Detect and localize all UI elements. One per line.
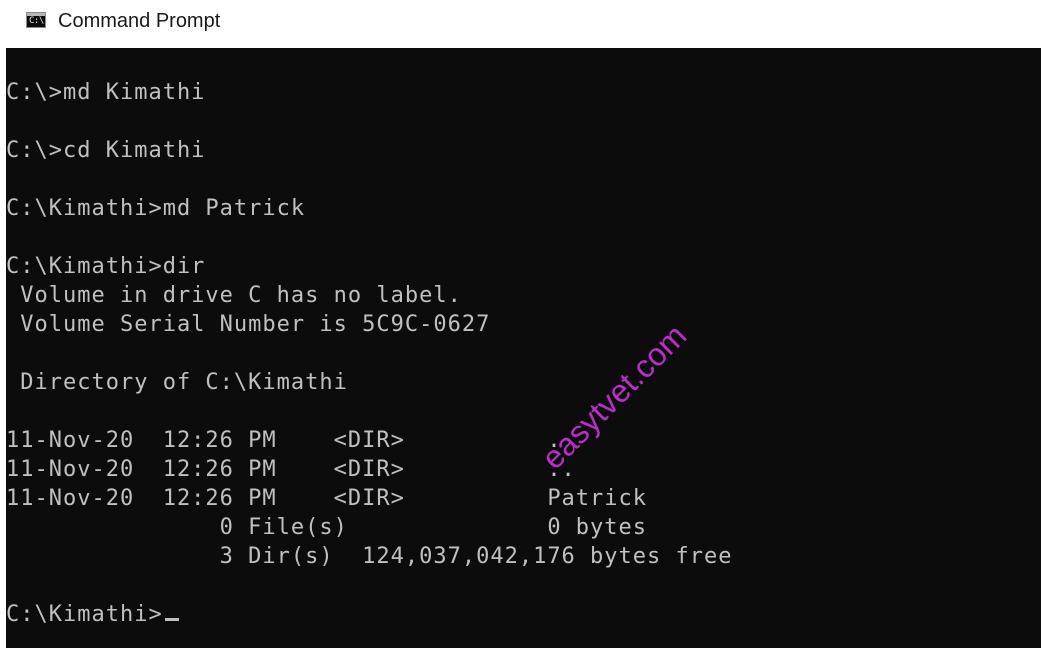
console-line: Volume Serial Number is 5C9C-0627 [6, 312, 491, 337]
text-cursor [164, 618, 179, 621]
console-line: C:\>cd Kimathi [6, 138, 206, 163]
console-output[interactable]: C:\>md Kimathi C:\>cd Kimathi C:\Kimathi… [6, 48, 1041, 648]
console-line: C:\Kimathi>dir [6, 254, 206, 279]
console-icon-glyph: C:\. [29, 16, 49, 26]
console-line: 11-Nov-20 12:26 PM <DIR> Patrick [6, 486, 648, 511]
console-line: Directory of C:\Kimathi [6, 370, 348, 395]
command-prompt-window: C:\. Command Prompt C:\>md Kimathi C:\>c… [0, 0, 1041, 648]
console-line: C:\Kimathi>md Patrick [6, 196, 306, 221]
console-icon: C:\. [26, 12, 49, 28]
prompt-text: C:\Kimathi> [6, 602, 163, 627]
console-line: 0 File(s) 0 bytes [6, 515, 648, 540]
console-line: 11-Nov-20 12:26 PM <DIR> .. [6, 457, 576, 482]
console-line: 11-Nov-20 12:26 PM <DIR> . [6, 428, 562, 453]
window-title: Command Prompt [58, 10, 221, 32]
console-line: C:\>md Kimathi [6, 80, 206, 105]
console-line: Volume in drive C has no label. [6, 283, 462, 308]
console-line: 3 Dir(s) 124,037,042,176 bytes free [6, 544, 733, 569]
title-bar[interactable]: C:\. Command Prompt [0, 0, 1041, 48]
command-prompt-line[interactable]: C:\Kimathi> [6, 602, 179, 628]
